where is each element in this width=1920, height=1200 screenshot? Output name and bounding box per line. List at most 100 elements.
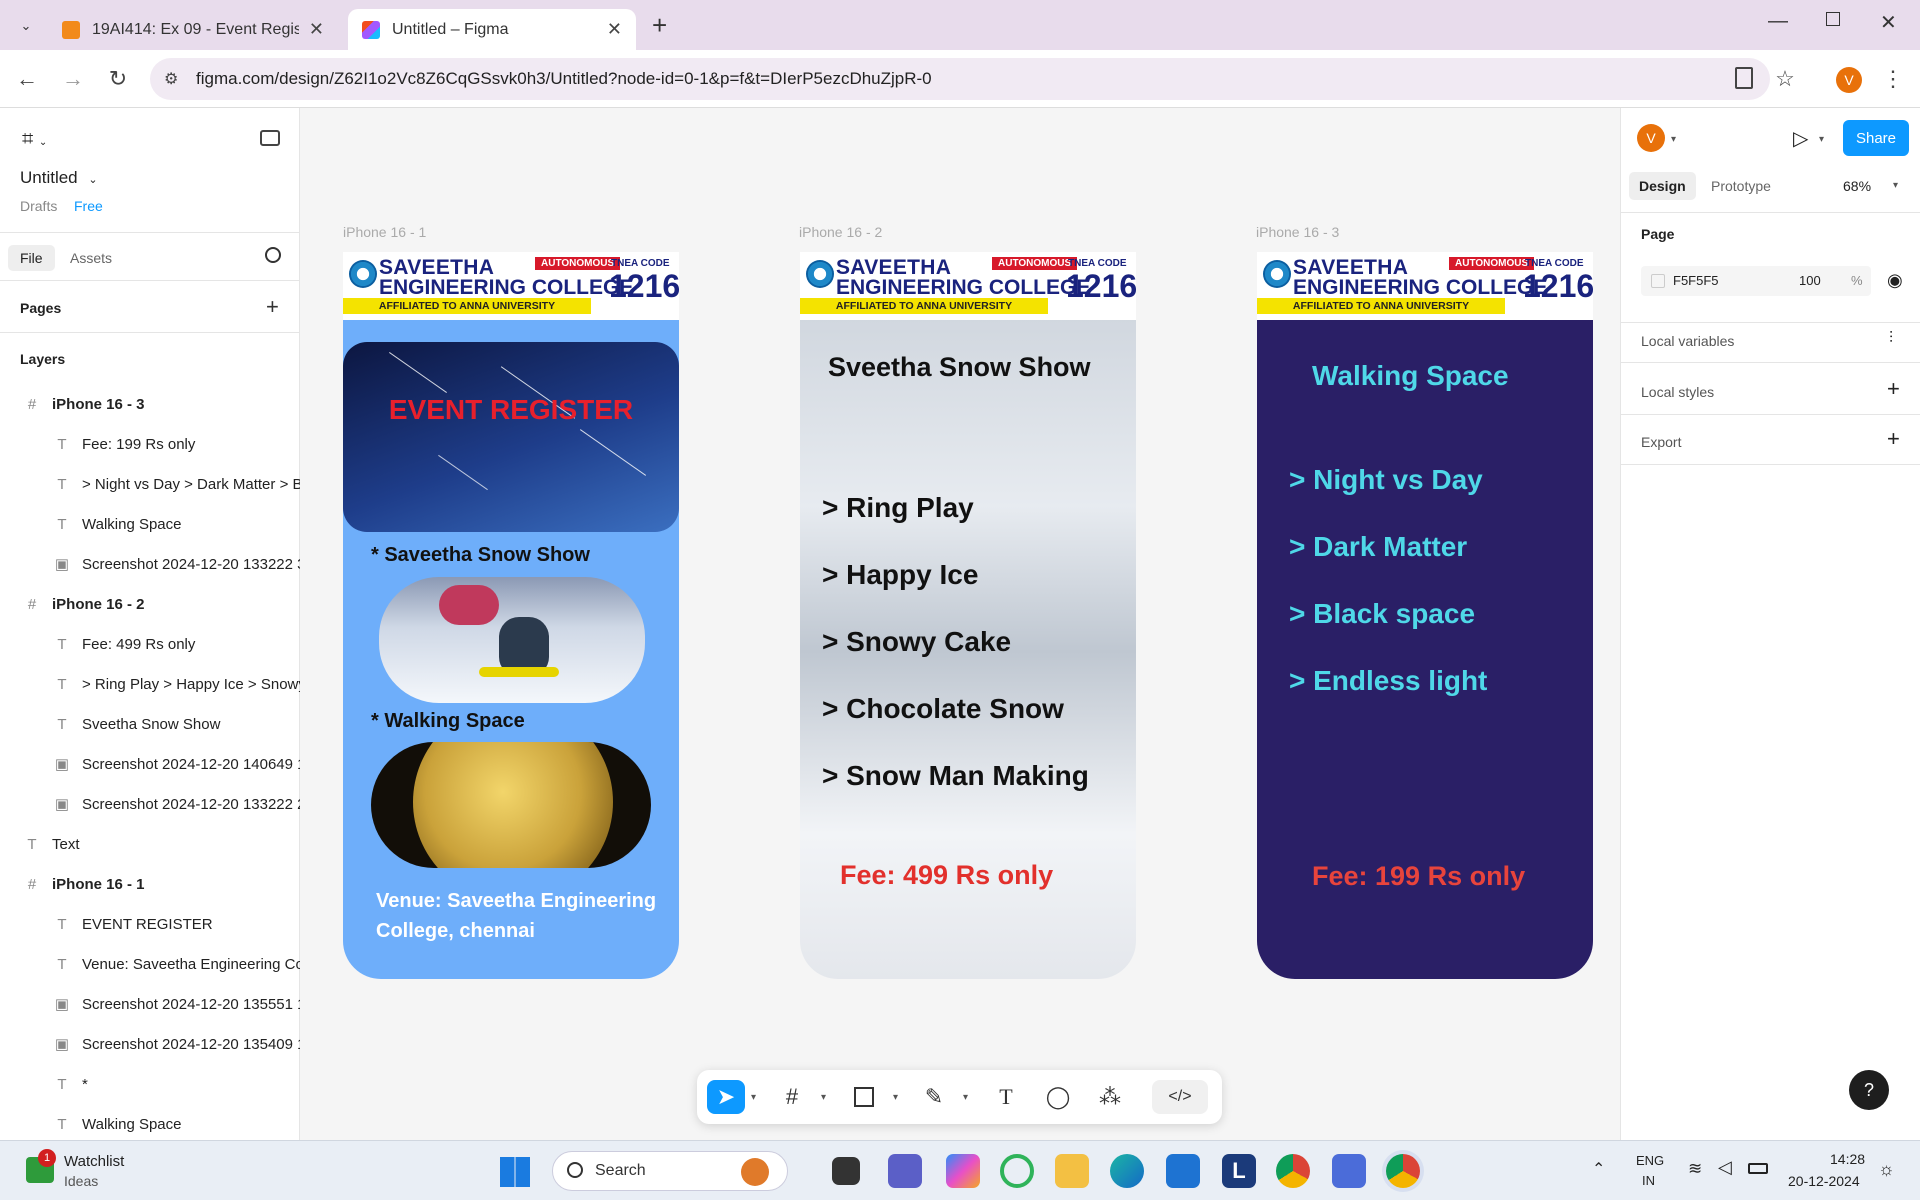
edge-icon[interactable] [1110, 1154, 1144, 1188]
new-tab-button[interactable]: + [652, 10, 667, 41]
tray-chevron-icon[interactable]: ⌃ [1592, 1159, 1605, 1179]
file-name[interactable]: Untitled ⌄ [20, 168, 98, 188]
frame-iphone-16-2[interactable]: SAVEETHA ENGINEERING COLLEGE AUTONOMOUS … [800, 252, 1136, 979]
teams-icon[interactable] [888, 1154, 922, 1188]
frame-label[interactable]: iPhone 16 - 3 [1256, 224, 1339, 240]
layer-item[interactable]: ▣ Screenshot 2024-12-20 133222 3 [0, 544, 300, 584]
zoom-level[interactable]: 68% [1843, 178, 1871, 194]
layer-item[interactable]: ▣ Screenshot 2024-12-20 133222 2 [0, 784, 300, 824]
move-tool-icon[interactable]: ➤ [707, 1080, 745, 1114]
snow-image[interactable] [379, 577, 645, 703]
frame-iphone-16-1[interactable]: SAVEETHA ENGINEERING COLLEGE AUTONOMOUS … [343, 252, 679, 979]
language-line1[interactable]: ENG [1636, 1153, 1664, 1168]
chevron-down-icon[interactable]: ▾ [963, 1092, 968, 1103]
frame-iphone-16-3[interactable]: SAVEETHA ENGINEERING COLLEGE AUTONOMOUS … [1257, 252, 1593, 979]
back-icon[interactable]: ← [12, 64, 42, 94]
pen-tool-icon[interactable]: ✎ [919, 1080, 949, 1114]
comment-tool-icon[interactable]: ◯ [1043, 1080, 1073, 1114]
visibility-eye-icon[interactable]: ◉ [1887, 270, 1903, 291]
minimize-button[interactable]: — [1768, 10, 1788, 33]
file-location[interactable]: Drafts [20, 198, 57, 214]
dev-mode-icon[interactable]: </> [1152, 1080, 1208, 1114]
toggle-sidebar-icon[interactable] [260, 130, 280, 146]
address-bar[interactable]: ⚙ figma.com/design/Z62I1o2Vc8Z6CqGSsvk0h… [150, 58, 1770, 100]
bookmark-star-icon[interactable]: ☆ [1770, 64, 1800, 94]
browser-tab-moodle[interactable]: 19AI414: Ex 09 - Event Registrat ✕ [48, 9, 338, 50]
add-page-icon[interactable]: + [266, 294, 279, 320]
chrome-profile-icon[interactable] [1386, 1154, 1420, 1188]
layer-item[interactable]: ▣ Screenshot 2024-12-20 135551 1 [0, 984, 300, 1024]
layer-item[interactable]: T Fee: 199 Rs only [0, 424, 300, 464]
layer-item[interactable]: T > Night vs Day > Dark Matter > Bl [0, 464, 300, 504]
copilot-icon[interactable] [946, 1154, 980, 1188]
layer-frame[interactable]: # iPhone 16 - 1 [0, 864, 300, 904]
battery-icon[interactable] [1748, 1163, 1768, 1174]
volume-icon[interactable]: ◁ [1718, 1157, 1732, 1178]
tab-assets[interactable]: Assets [62, 250, 120, 266]
layer-item[interactable]: T > Ring Play > Happy Ice > Snowy [0, 664, 300, 704]
moon-image[interactable] [371, 742, 651, 868]
chevron-down-icon[interactable]: ▾ [1893, 180, 1898, 191]
tab-search-icon[interactable]: ⌄ [14, 14, 38, 38]
tab-prototype[interactable]: Prototype [1711, 178, 1771, 194]
wifi-icon[interactable]: ≋ [1688, 1159, 1702, 1179]
layer-frame[interactable]: # iPhone 16 - 2 [0, 584, 300, 624]
close-tab-icon[interactable]: ✕ [607, 19, 622, 40]
layer-frame[interactable]: # iPhone 16 - 3 [0, 384, 300, 424]
layer-item[interactable]: T Walking Space [0, 504, 300, 544]
l-app-icon[interactable]: L [1222, 1154, 1256, 1188]
chevron-down-icon[interactable]: ▾ [893, 1092, 898, 1103]
tab-design[interactable]: Design [1629, 172, 1696, 200]
actions-tool-icon[interactable]: ⁂ [1095, 1080, 1125, 1114]
layer-item[interactable]: T Venue: Saveetha Engineering Coll [0, 944, 300, 984]
site-info-icon[interactable]: ⚙ [164, 69, 178, 89]
refresh-app-icon[interactable] [1000, 1154, 1034, 1188]
tab-file[interactable]: File [8, 245, 55, 271]
color-swatch[interactable] [1651, 274, 1665, 288]
layer-item[interactable]: T Walking Space [0, 1104, 300, 1144]
layer-item[interactable]: ▣ Screenshot 2024-12-20 135409 1 [0, 1024, 300, 1064]
shape-tool-icon[interactable] [849, 1080, 879, 1114]
add-export-icon[interactable]: + [1887, 426, 1900, 452]
search-icon[interactable] [265, 247, 281, 263]
user-avatar[interactable]: V [1637, 124, 1665, 152]
reload-icon[interactable]: ↻ [103, 64, 133, 94]
local-variables-label[interactable]: Local variables [1641, 333, 1734, 349]
forward-icon[interactable]: → [58, 64, 88, 94]
chevron-down-icon[interactable]: ▾ [821, 1092, 826, 1103]
profile-avatar[interactable]: V [1836, 67, 1862, 93]
layer-item[interactable]: T EVENT REGISTER [0, 904, 300, 944]
taskbar-search[interactable]: Search [552, 1151, 788, 1191]
share-button[interactable]: Share [1843, 120, 1909, 156]
help-button[interactable]: ? [1849, 1070, 1889, 1110]
plan-badge[interactable]: Free [74, 198, 103, 214]
meteor-image[interactable]: EVENT REGISTER [343, 342, 679, 532]
page-color-field[interactable]: F5F5F5 100 % [1641, 266, 1871, 296]
export-label[interactable]: Export [1641, 434, 1681, 450]
browser-tab-figma[interactable]: Untitled – Figma ✕ [348, 9, 636, 50]
chevron-down-icon[interactable]: ▾ [1671, 134, 1676, 145]
figma-main-menu-icon[interactable]: ⌗ ⌄ [22, 128, 47, 151]
chevron-down-icon[interactable]: ▾ [1819, 134, 1824, 145]
layer-item[interactable]: T Sveetha Snow Show [0, 704, 300, 744]
frame-label[interactable]: iPhone 16 - 1 [343, 224, 426, 240]
layer-item[interactable]: T * [0, 1064, 300, 1104]
close-tab-icon[interactable]: ✕ [309, 19, 324, 40]
close-window-button[interactable]: ✕ [1880, 10, 1897, 35]
widget-title[interactable]: Watchlist [64, 1153, 124, 1170]
frame-tool-icon[interactable]: # [777, 1080, 807, 1114]
local-styles-label[interactable]: Local styles [1641, 384, 1714, 400]
layer-item[interactable]: T Text [0, 824, 300, 864]
browser-menu-icon[interactable]: ⋮ [1878, 64, 1908, 94]
frame-label[interactable]: iPhone 16 - 2 [799, 224, 882, 240]
windows-start-icon[interactable] [500, 1157, 530, 1187]
clock-time[interactable]: 14:28 [1830, 1151, 1865, 1167]
app-triangle-icon[interactable] [1332, 1154, 1366, 1188]
layer-item[interactable]: ▣ Screenshot 2024-12-20 140649 1 [0, 744, 300, 784]
layer-item[interactable]: T Fee: 499 Rs only [0, 624, 300, 664]
present-play-icon[interactable]: ▷ [1793, 126, 1808, 151]
clock-date[interactable]: 20-12-2024 [1788, 1173, 1860, 1189]
restore-button[interactable] [1826, 12, 1840, 26]
chevron-down-icon[interactable]: ▾ [751, 1092, 756, 1103]
store-icon[interactable] [1166, 1154, 1200, 1188]
